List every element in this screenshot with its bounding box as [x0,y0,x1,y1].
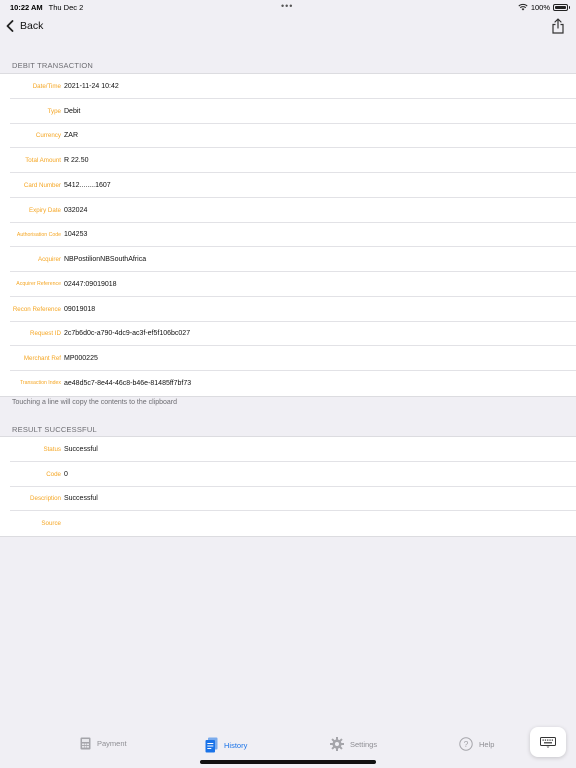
table-row[interactable]: Request ID 2c7b6d0c-a790-4dc9-ac3f-ef5f10… [0,322,576,347]
table-row[interactable]: Expiry Date 032024 [0,198,576,223]
row-value: MP000225 [64,355,98,363]
row-key: Card Number [23,181,61,189]
row-value: 2c7b6d0c-a790-4dc9-ac3f-ef5f106bc027 [64,330,191,338]
table-row[interactable]: Description Successful [0,487,576,512]
row-key: Status [43,445,61,453]
row-key: Total Amount [25,157,61,165]
row-value: Successful [64,495,98,503]
share-button[interactable] [551,18,565,39]
table-row[interactable]: Recon Reference 09019018 [0,297,576,322]
table-row[interactable]: Date/Time 2021-11-24 10:42 [0,74,576,99]
row-value: NBPostilionNBSouthAfrica [64,256,147,264]
status-bar: 10:22 AM Thu Dec 2 ••• 100% [0,0,576,14]
status-indicators: 100% [518,0,570,14]
table-row[interactable]: Currency ZAR [0,124,576,149]
tab-settings[interactable]: Settings [330,737,377,751]
row-key: Currency [35,132,61,140]
table-row[interactable]: Total Amount R 22.50 [0,148,576,173]
row-value: 5412........1607 [64,181,111,189]
result-section-header: RESULT SUCCESSFUL [12,425,97,434]
keyboard-icon [540,736,556,748]
row-key: Transaction Index [19,380,61,387]
row-value: 02447:09019018 [64,280,117,288]
table-row[interactable]: Source [0,511,576,536]
table-row[interactable]: Transaction Index ae48d5c7-8e44-46c8-b46e… [0,371,576,396]
row-value: R 22.50 [64,157,89,165]
row-key: Authorisation Code [16,231,61,238]
keyboard-button[interactable] [530,727,566,757]
result-details-table: Status Successful Code 0 Description Successf… [0,436,576,537]
tab-help-label: Help [479,739,495,749]
table-row[interactable]: Merchant Ref MP000225 [0,346,576,371]
row-key: Code [46,470,61,478]
payment-icon [80,737,91,750]
tab-payment[interactable]: Payment [80,737,127,750]
back-label: Back [20,20,44,32]
row-key: Type [47,107,61,115]
row-key: Source [41,520,61,528]
wifi-icon [518,3,528,11]
table-row[interactable]: Acquirer NBPostilionNBSouthAfrica [0,247,576,272]
table-row[interactable]: Status Successful [0,437,576,462]
row-value: 032024 [64,206,88,214]
tab-payment-label: Payment [97,739,127,748]
battery-icon [553,3,570,11]
row-value: 104253 [64,231,88,239]
tab-help[interactable]: ? Help [459,737,494,751]
row-key: Acquirer Reference [16,281,61,288]
tab-settings-label: Settings [350,739,378,749]
row-value: 2021-11-24 10:42 [64,82,119,90]
home-indicator [200,760,376,764]
row-key: Expiry Date [29,206,61,214]
status-date: Thu Dec 2 [48,2,84,12]
row-value: Debit [64,107,81,115]
gear-icon [330,737,344,751]
chevron-left-icon [6,20,14,32]
row-key: Merchant Ref [23,355,61,363]
history-icon [205,737,218,753]
row-key: Recon Reference [12,305,61,313]
tab-history-label: History [224,740,248,750]
navigation-bar: Back [0,14,576,42]
row-key: Description [30,495,61,503]
help-icon: ? [459,737,473,751]
row-value: Successful [64,445,98,453]
share-icon [552,18,564,34]
debit-details-table: Date/Time 2021-11-24 10:42 Type Debit Curren… [0,73,576,397]
table-row[interactable]: Card Number 5412........1607 [0,173,576,198]
clipboard-hint: Touching a line will copy the contents t… [12,399,177,406]
row-key: Date/Time [32,82,61,90]
row-value: 09019018 [64,305,96,313]
row-value: 0 [64,470,68,478]
status-time: 10:22 AM [10,2,43,12]
table-row[interactable]: Authorisation Code 104253 [0,223,576,248]
row-value: ae48d5c7-8e44-46c8-b46e-81485ff7bf73 [64,379,192,387]
row-value: ZAR [64,132,78,140]
table-row[interactable]: Type Debit [0,99,576,124]
debit-section-header: DEBIT TRANSACTION [12,61,94,70]
multitasking-dots-icon[interactable]: ••• [281,2,293,11]
row-key: Acquirer [37,256,61,264]
row-key: Request ID [30,330,61,338]
tab-history[interactable]: History [205,737,247,753]
table-row[interactable]: Code 0 [0,462,576,487]
svg-text:?: ? [464,739,469,749]
battery-percent: 100% [530,2,550,12]
back-button[interactable]: Back [6,20,43,32]
table-row[interactable]: Acquirer Reference 02447:09019018 [0,272,576,297]
